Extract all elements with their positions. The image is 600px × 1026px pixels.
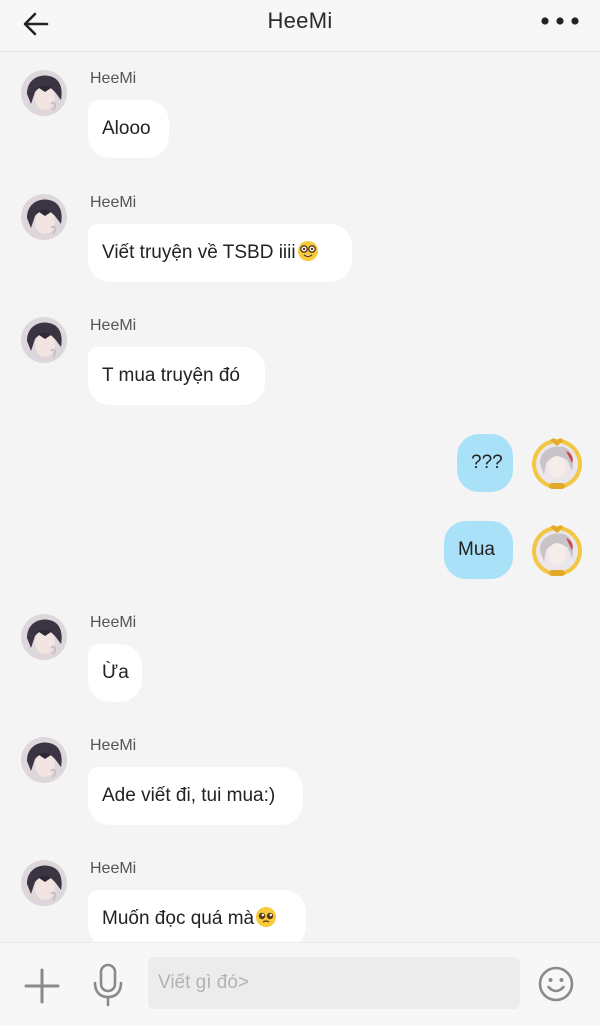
- message-bubble[interactable]: Ade viết đi, tui mua:): [88, 767, 303, 825]
- message-bubble[interactable]: Alooo: [88, 100, 169, 158]
- message-text: Viết truyện về TSBD iiii: [102, 242, 296, 263]
- sender-name: HeeMi: [90, 194, 137, 211]
- my-avatar[interactable]: [530, 437, 584, 491]
- pleading-face-emoji: [256, 907, 277, 927]
- sender-avatar[interactable]: [21, 860, 67, 906]
- message-bubble[interactable]: Mua: [444, 521, 513, 579]
- message-bubble[interactable]: Muốn đọc quá mà: [88, 890, 306, 942]
- nerd-face-emoji: [297, 241, 318, 261]
- sender-name: HeeMi: [90, 614, 137, 631]
- composer-bar: [0, 942, 600, 1026]
- sender-avatar[interactable]: [21, 70, 67, 116]
- sender-name: HeeMi: [90, 737, 137, 754]
- smiley-icon[interactable]: [537, 965, 575, 1003]
- sender-avatar[interactable]: [21, 194, 67, 240]
- sender-avatar[interactable]: [21, 614, 67, 660]
- sender-name: HeeMi: [90, 317, 137, 334]
- message-input[interactable]: [148, 957, 520, 1009]
- message-text: Muốn đọc quá mà: [102, 908, 255, 929]
- my-avatar[interactable]: [530, 524, 584, 578]
- chat-title: HeeMi: [267, 8, 333, 33]
- message-text: T mua truyện đó: [102, 365, 241, 386]
- sender-avatar[interactable]: [21, 317, 67, 363]
- sender-name: HeeMi: [90, 70, 137, 87]
- message-text: Alooo: [102, 118, 151, 139]
- message-bubble[interactable]: ???: [457, 434, 513, 492]
- message-bubble[interactable]: Viết truyện về TSBD iiii: [88, 224, 352, 282]
- microphone-icon[interactable]: [91, 963, 125, 1007]
- top-bar: HeeMi: [0, 0, 600, 52]
- message-bubble[interactable]: T mua truyện đó: [88, 347, 265, 405]
- sender-avatar[interactable]: [21, 737, 67, 783]
- more-dots-icon[interactable]: [540, 12, 580, 30]
- message-text: Ừa: [102, 662, 129, 683]
- message-text: ???: [471, 452, 503, 473]
- sender-name: HeeMi: [90, 860, 137, 877]
- message-bubble[interactable]: Ừa: [88, 644, 142, 702]
- plus-icon[interactable]: [23, 967, 61, 1005]
- message-list: HeeMi Alooo HeeMi Viết truyện về TSBD ii…: [0, 52, 600, 942]
- message-text: Ade viết đi, tui mua:): [102, 785, 276, 806]
- message-text: Mua: [458, 539, 495, 560]
